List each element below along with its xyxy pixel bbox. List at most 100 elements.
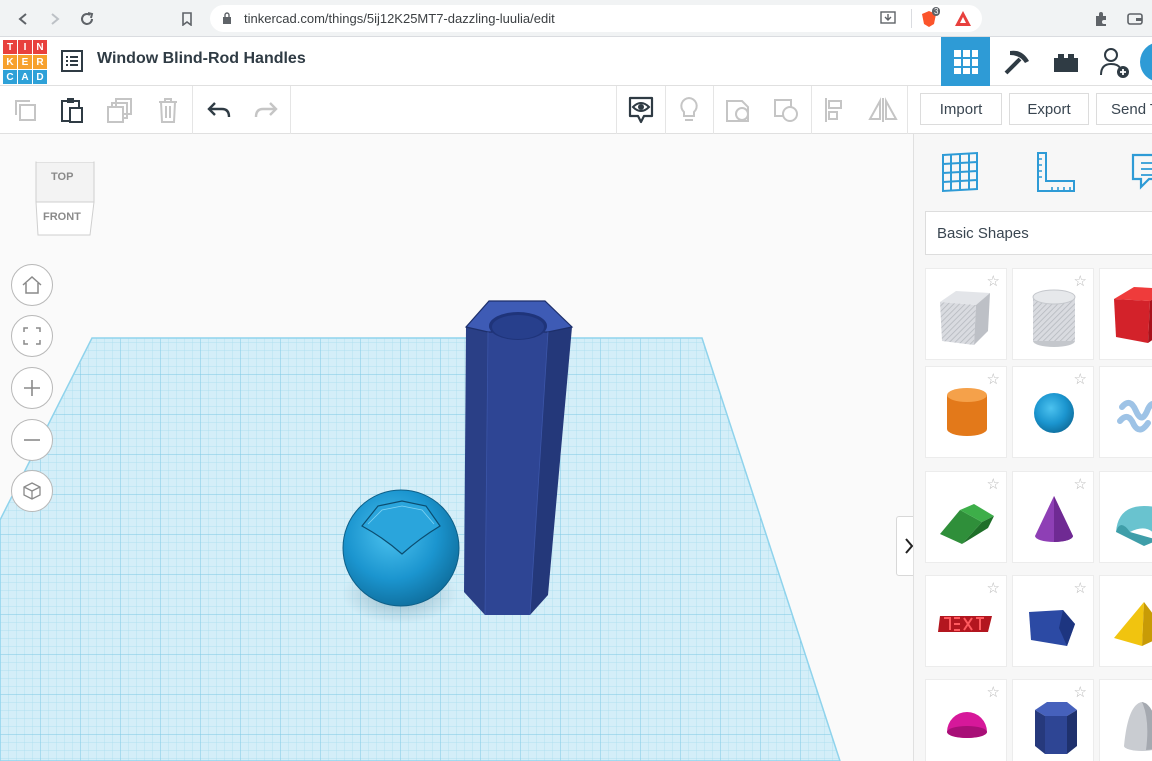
workplane-tool-button[interactable]	[932, 144, 988, 200]
design-title[interactable]: Window Blind-Rod Handles	[97, 50, 306, 68]
zoom-out-button[interactable]	[11, 419, 53, 461]
copy-icon	[15, 100, 36, 121]
shape-tile-half-sphere[interactable]: ☆	[925, 679, 1007, 761]
paraboloid-icon	[1124, 702, 1152, 751]
fit-icon	[23, 327, 41, 345]
viewcube-front-label[interactable]: FRONT	[43, 211, 81, 223]
grid-icon	[953, 49, 978, 74]
logo-letter: K	[3, 55, 17, 69]
favorite-star-icon[interactable]: ☆	[987, 274, 1000, 289]
group-button[interactable]	[714, 86, 762, 134]
pickaxe-icon	[1004, 50, 1029, 74]
shape-tile-box[interactable]: ☆	[1099, 268, 1152, 360]
duplicate-button[interactable]	[96, 86, 144, 134]
favorite-star-icon[interactable]: ☆	[1074, 685, 1087, 700]
workplane-icon	[942, 151, 978, 193]
workplane-viewport[interactable]: TOP FRONT	[0, 134, 913, 761]
plus-icon	[24, 380, 40, 396]
ruler-tool-button[interactable]	[1027, 144, 1083, 200]
shape-tile-scribble[interactable]: ☆	[1099, 366, 1152, 458]
zoom-in-button[interactable]	[11, 367, 53, 409]
edit-toolbar: Import Export Send T	[0, 86, 1152, 134]
pyramid-icon	[1114, 602, 1152, 646]
shape-tile-round-roof[interactable]: ☆	[1099, 471, 1152, 563]
extensions-icon[interactable]	[1090, 8, 1112, 30]
shape-library-dropdown[interactable]: Basic Shapes	[925, 211, 1152, 255]
ungroup-icon	[774, 99, 798, 122]
shape-tile-roof[interactable]: ☆	[925, 471, 1007, 563]
tinkercad-logo[interactable]: T I N K E R C A D	[3, 40, 47, 84]
app-header: T I N K E R C A D Window Blind-Rod Handl…	[0, 37, 1152, 86]
shape-tile-cylinder[interactable]: ☆	[925, 366, 1007, 458]
favorite-star-icon[interactable]: ☆	[1074, 477, 1087, 492]
shape-tile-hexagonal-prism[interactable]: ☆	[1012, 679, 1094, 761]
shape-tile-text[interactable]: ☆	[925, 575, 1007, 667]
minus-icon	[24, 439, 40, 441]
shape-library-label: Basic Shapes	[937, 225, 1029, 242]
fit-view-button[interactable]	[11, 315, 53, 357]
design-list-icon[interactable]	[60, 50, 84, 72]
forward-icon[interactable]	[44, 8, 66, 30]
toolbar-divider	[290, 86, 291, 134]
show-all-button[interactable]	[617, 86, 665, 134]
delete-button[interactable]	[144, 86, 192, 134]
favorite-star-icon[interactable]: ☆	[987, 477, 1000, 492]
shape-tile-cone[interactable]: ☆	[1012, 471, 1094, 563]
favorite-star-icon[interactable]: ☆	[987, 581, 1000, 596]
redo-button[interactable]	[242, 86, 290, 134]
bookmark-icon[interactable]	[176, 8, 198, 30]
ruler-icon	[1037, 152, 1075, 192]
sphere-shape[interactable]	[342, 489, 460, 607]
export-button[interactable]: Export	[1009, 93, 1089, 125]
align-button[interactable]	[811, 86, 859, 134]
address-bar[interactable]: tinkercad.com/things/5ij12K25MT7-dazzlin…	[210, 5, 982, 32]
viewcube-top-label[interactable]: TOP	[51, 171, 73, 183]
logo-letter: C	[3, 70, 17, 84]
lock-icon	[223, 12, 231, 24]
logo-letter: T	[3, 40, 17, 54]
reload-icon[interactable]	[76, 8, 98, 30]
notes-tool-button[interactable]	[1122, 144, 1152, 200]
shape-tile-pyramid[interactable]: ☆	[1099, 575, 1152, 667]
group-icon	[726, 100, 749, 122]
browser-toolbar: tinkercad.com/things/5ij12K25MT7-dazzlin…	[0, 0, 1152, 37]
home-icon	[22, 275, 42, 294]
copy-button[interactable]	[1, 86, 49, 134]
paste-button[interactable]	[48, 86, 96, 134]
note-bubble-icon	[1131, 153, 1152, 190]
workplane-scene[interactable]	[0, 134, 913, 761]
shape-tile-paraboloid[interactable]: ☆	[1099, 679, 1152, 761]
paste-icon	[61, 98, 83, 123]
favorite-star-icon[interactable]: ☆	[1074, 274, 1087, 289]
add-user-icon	[1099, 47, 1129, 78]
favorite-star-icon[interactable]: ☆	[1074, 581, 1087, 596]
ungroup-button[interactable]	[762, 86, 810, 134]
perspective-button[interactable]	[11, 470, 53, 512]
invite-user-button[interactable]	[1090, 37, 1139, 86]
shape-tile-cylinder-hole[interactable]: ☆	[1012, 268, 1094, 360]
import-button[interactable]: Import	[920, 93, 1002, 125]
back-icon[interactable]	[12, 8, 34, 30]
logo-letter: D	[33, 70, 47, 84]
bricks-view-button[interactable]	[1041, 37, 1090, 86]
favorite-star-icon[interactable]: ☆	[987, 685, 1000, 700]
view-cube[interactable]: TOP FRONT	[32, 157, 96, 237]
favorite-star-icon[interactable]: ☆	[1074, 372, 1087, 387]
brave-rewards-icon[interactable]	[954, 10, 972, 27]
favorite-star-icon[interactable]: ☆	[987, 372, 1000, 387]
shape-tile-sphere[interactable]: ☆	[1012, 366, 1094, 458]
3d-view-button[interactable]	[941, 37, 990, 86]
send-to-button[interactable]: Send T	[1096, 93, 1152, 125]
wallet-icon[interactable]	[1124, 8, 1146, 30]
shape-tile-polygon[interactable]: ☆	[1012, 575, 1094, 667]
notes-button[interactable]	[665, 86, 713, 134]
mirror-button[interactable]	[859, 86, 907, 134]
install-icon[interactable]	[880, 11, 896, 26]
shapes-panel: Basic Shapes ☆ ☆ ☆ ☆ ☆ ☆ ☆ ☆ ☆ ☆	[913, 134, 1152, 761]
round-roof-icon	[1116, 506, 1152, 546]
shape-tile-box-hole[interactable]: ☆	[925, 268, 1007, 360]
avatar[interactable]	[1140, 42, 1152, 82]
minecraft-view-button[interactable]	[992, 37, 1041, 86]
home-view-button[interactable]	[11, 264, 53, 306]
undo-button[interactable]	[195, 86, 243, 134]
